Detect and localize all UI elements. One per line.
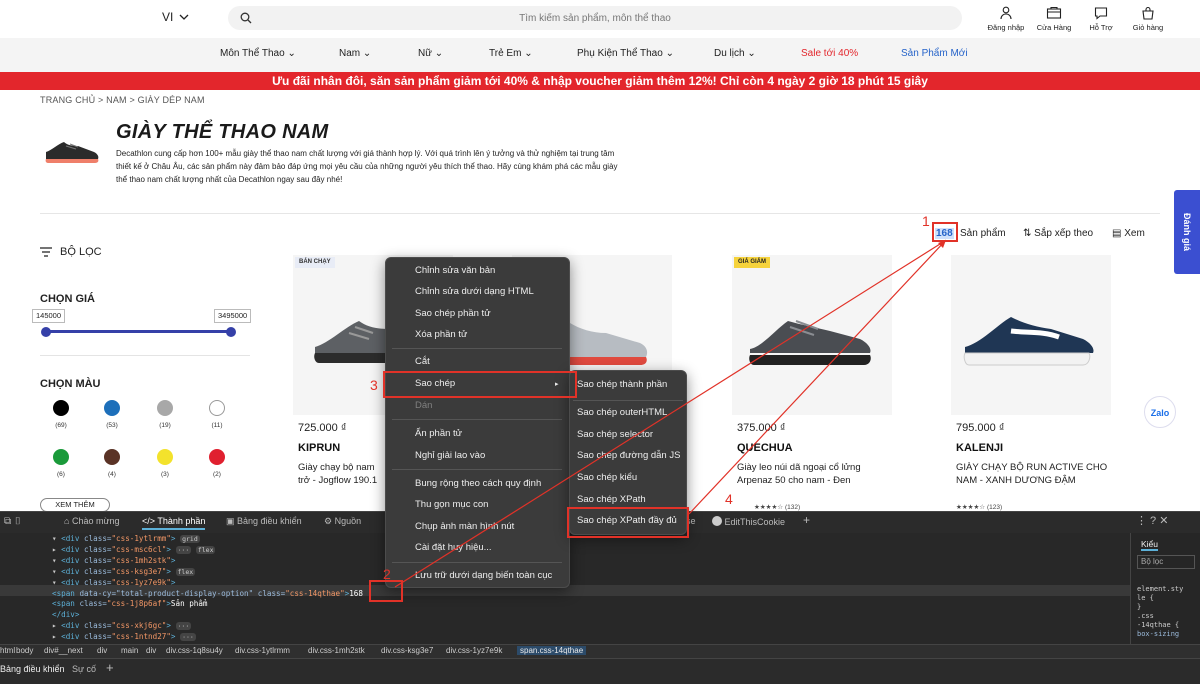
annotation-arrows (394, 239, 947, 588)
arrow-line (394, 243, 941, 588)
browser-page: VI Tìm kiếm sản phẩm, môn thể thao Đăng … (0, 0, 1200, 684)
